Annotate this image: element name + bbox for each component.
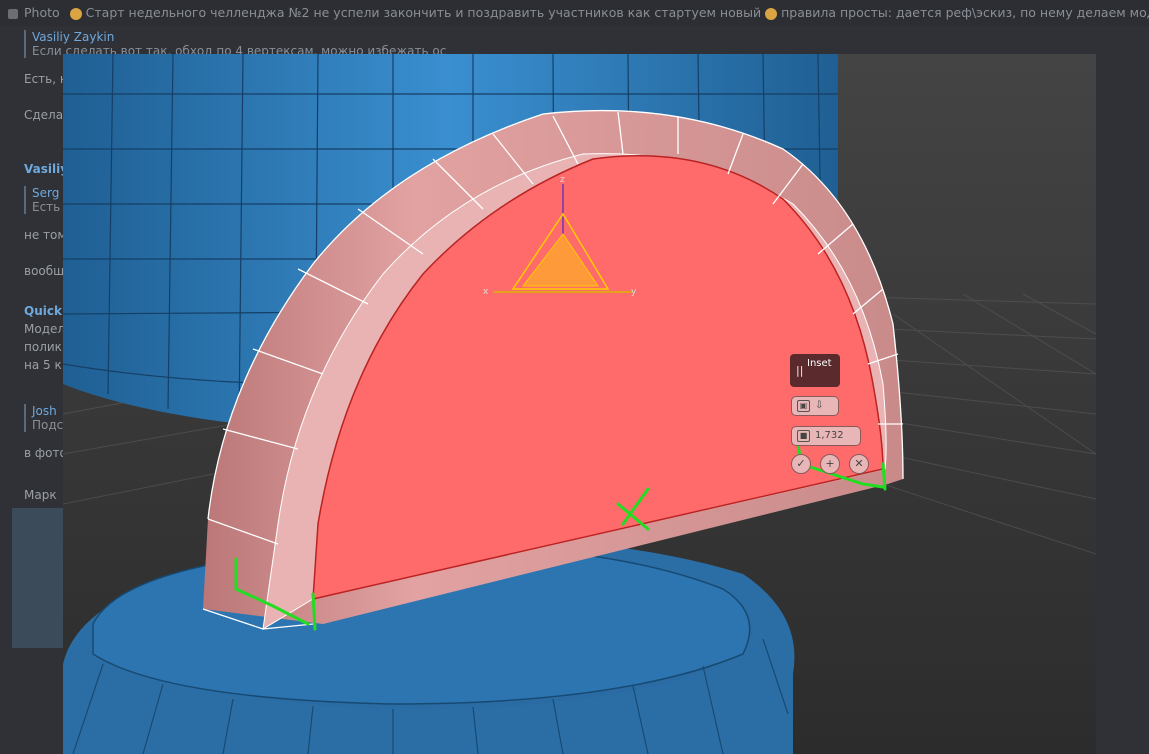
inset-title: Inset — [807, 358, 832, 369]
message-text: в фото — [24, 446, 67, 460]
message-author[interactable]: Vasiliy — [24, 162, 68, 176]
inset-tool-widget[interactable]: || Inset ▣ ⇩ ■ 1,732 ✓ + ✕ — [790, 354, 880, 484]
message-text: Модел — [24, 322, 66, 336]
pinned-text: Старт недельного челленджа №2 не успели … — [85, 5, 762, 20]
inset-amount-value: 1,732 — [815, 430, 844, 441]
down-arrow-icon: ⇩ — [815, 400, 824, 411]
message-author[interactable]: Quick — [24, 304, 62, 318]
reply-text: Есть — [32, 200, 61, 214]
reply-quote[interactable]: Josh Подс — [24, 404, 63, 432]
reply-quote[interactable]: Serg Есть — [24, 186, 60, 214]
apply-and-continue-icon[interactable]: + — [820, 454, 840, 474]
inset-amount-icon: ■ — [797, 430, 810, 442]
inset-amount-field[interactable]: ■ 1,732 — [791, 426, 861, 446]
message-text: на 5 к — [24, 358, 62, 372]
gizmo-x-label: x — [483, 287, 489, 297]
message-text: вообщ — [24, 264, 65, 278]
pin-icon — [8, 8, 18, 19]
gizmo-z-label: z — [560, 175, 565, 185]
cancel-icon[interactable]: ✕ — [849, 454, 869, 474]
message-text: не том — [24, 228, 67, 242]
inset-mode-button[interactable]: ▣ ⇩ — [791, 396, 839, 416]
reply-author: Josh — [32, 404, 57, 418]
emoji-icon — [765, 7, 778, 20]
message-text: полик — [24, 340, 62, 354]
message-text: Сдела — [24, 108, 64, 122]
3d-viewport[interactable]: z x y || Inset ▣ ⇩ ■ 1,732 ✓ + ✕ — [63, 54, 1096, 754]
inset-tool-header[interactable]: || Inset — [790, 354, 840, 387]
viewport-canvas[interactable]: z x y — [63, 54, 1096, 754]
emoji-icon — [69, 7, 82, 20]
pinned-message-bar[interactable]: Photo Старт недельного челленджа №2 не ус… — [0, 0, 1149, 26]
ok-check-icon[interactable]: ✓ — [791, 454, 811, 474]
pinned-label: Photo — [24, 5, 60, 20]
gizmo-y-label: y — [631, 287, 637, 297]
reply-author: Serg — [32, 186, 60, 200]
message-text: Есть, н — [24, 72, 68, 86]
pause-icon: || — [796, 364, 804, 377]
reply-text: Подс — [32, 418, 64, 432]
reply-author: Vasiliy Zaykin — [32, 30, 115, 44]
pinned-text-2: правила просты: дается реф\эскиз, по нем… — [781, 5, 1149, 20]
message-text: Марк — [24, 488, 57, 502]
group-icon: ▣ — [797, 400, 810, 412]
